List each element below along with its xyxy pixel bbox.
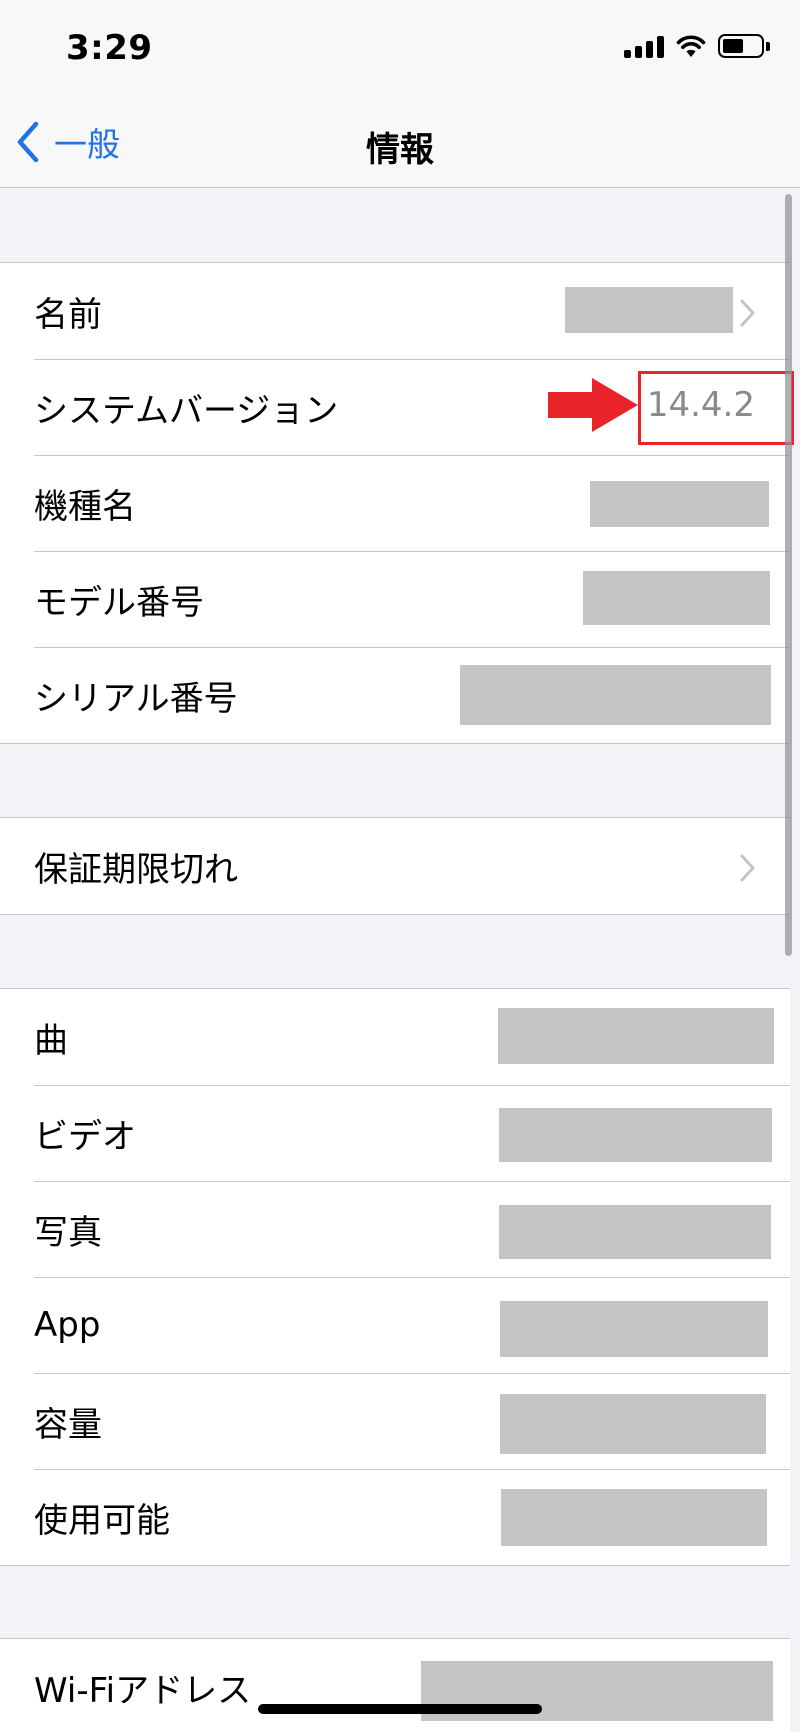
device-info-group: 名前 システムバージョン 14.4.2 機種名 モデル番号 シリアル番号 (0, 262, 790, 744)
row-warranty[interactable]: 保証期限切れ (0, 818, 790, 914)
row-model-name: 機種名 (0, 455, 790, 551)
row-label: シリアル番号 (34, 678, 238, 719)
row-label: モデル番号 (34, 582, 204, 623)
status-time: 3:29 (66, 28, 153, 68)
row-label: 写真 (34, 1212, 102, 1253)
status-icons (624, 34, 770, 58)
redacted-value (460, 665, 771, 725)
redacted-value (590, 481, 769, 527)
red-arrow-icon (548, 378, 638, 432)
scroll-indicator (785, 194, 792, 956)
row-serial-number: シリアル番号 (0, 647, 790, 743)
row-label: 容量 (34, 1404, 102, 1445)
navigation-bar: 一般 情報 (0, 100, 800, 188)
row-name[interactable]: 名前 (0, 263, 790, 359)
cellular-signal-icon (624, 34, 664, 58)
wifi-icon (676, 35, 706, 57)
row-label: App (34, 1305, 101, 1345)
redacted-value (500, 1301, 768, 1357)
row-apps: App (0, 1277, 790, 1373)
row-videos: ビデオ (0, 1085, 790, 1181)
row-songs: 曲 (0, 989, 790, 1085)
media-stats-group: 曲 ビデオ 写真 App 容量 使用可能 (0, 988, 790, 1566)
row-label: 名前 (34, 294, 102, 335)
row-label: 曲 (34, 1020, 68, 1061)
row-label: 使用可能 (34, 1500, 170, 1541)
home-indicator (258, 1704, 542, 1714)
row-photos: 写真 (0, 1181, 790, 1277)
redacted-value (498, 1008, 774, 1064)
redacted-value (501, 1489, 767, 1546)
row-system-version: システムバージョン 14.4.2 (0, 359, 790, 455)
status-bar: 3:29 (0, 0, 800, 100)
row-available: 使用可能 (0, 1469, 790, 1565)
system-version-value: 14.4.2 (646, 385, 755, 425)
redacted-value (499, 1108, 772, 1162)
row-label: 保証期限切れ (34, 849, 238, 890)
redacted-value (583, 571, 770, 625)
redacted-value (565, 287, 733, 333)
battery-icon (718, 34, 770, 58)
row-model-number[interactable]: モデル番号 (0, 551, 790, 647)
row-label: 機種名 (34, 486, 136, 527)
row-label: システムバージョン (34, 390, 339, 431)
row-wifi-address: Wi-Fiアドレス (0, 1639, 790, 1732)
redacted-value (499, 1205, 771, 1259)
chevron-right-icon (740, 854, 755, 882)
network-group: Wi-Fiアドレス (0, 1638, 790, 1732)
redacted-value (500, 1394, 766, 1454)
chevron-right-icon (740, 299, 755, 327)
page-title: 情報 (366, 130, 434, 170)
row-capacity: 容量 (0, 1373, 790, 1469)
warranty-group: 保証期限切れ (0, 817, 790, 915)
row-label: ビデオ (34, 1116, 136, 1157)
row-label: Wi-Fiアドレス (34, 1670, 252, 1711)
